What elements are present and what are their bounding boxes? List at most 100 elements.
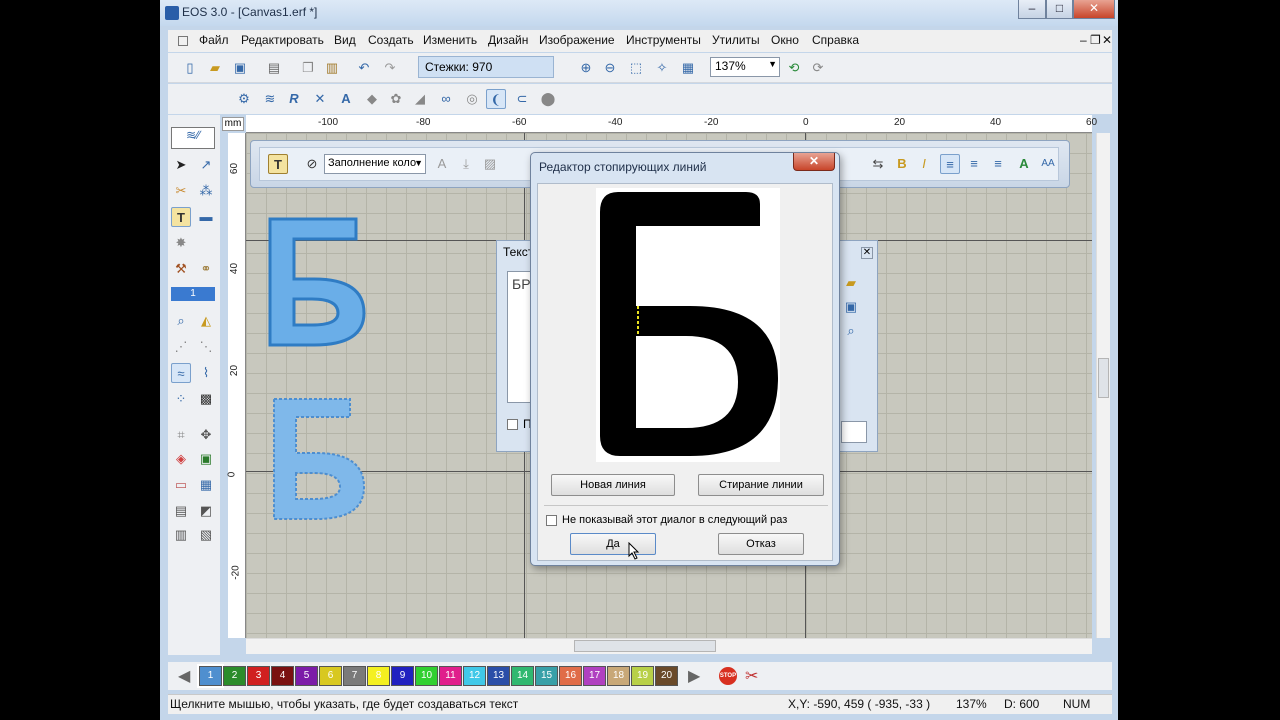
hammer-icon[interactable]: ⚒ xyxy=(171,259,191,279)
scissors-tool-icon[interactable]: ✂ xyxy=(171,181,191,201)
color-swatch[interactable]: 12 xyxy=(463,666,486,686)
minimize-button[interactable]: – xyxy=(1018,0,1046,19)
pattern-icon[interactable]: ✿ xyxy=(386,89,406,109)
palette-next-icon[interactable]: ▶ xyxy=(688,666,700,686)
menu-window[interactable]: Окно xyxy=(771,33,799,47)
fill-type-select[interactable]: Заполнение коло ▼ xyxy=(324,154,426,174)
menu-help[interactable]: Справка xyxy=(812,33,859,47)
erase-line-button[interactable]: Стирание линии xyxy=(698,474,824,496)
letter-preview[interactable] xyxy=(596,188,780,462)
menu-edit[interactable]: Редактировать xyxy=(241,33,324,47)
grid-icon[interactable]: ▦ xyxy=(196,475,216,495)
fill-icon[interactable]: ≋ xyxy=(260,89,280,109)
wave-icon[interactable]: ≈ xyxy=(171,363,191,383)
color-swatch[interactable]: 2 xyxy=(223,666,246,686)
rect-tool-icon[interactable]: ▬ xyxy=(196,207,216,227)
palette-prev-icon[interactable]: ◀ xyxy=(178,666,190,686)
select-arrow-icon[interactable]: ➤ xyxy=(171,155,191,175)
cross-icon[interactable]: ✕ xyxy=(310,89,330,109)
menu-design[interactable]: Дизайн xyxy=(488,33,528,47)
cancel-button[interactable]: Отказ xyxy=(718,533,804,555)
redraw-icon[interactable]: ⟳ xyxy=(808,58,828,78)
stitch-edit-icon[interactable]: ⋰ xyxy=(171,337,191,357)
frame-icon[interactable]: ▭ xyxy=(171,475,191,495)
ok-button[interactable]: Да xyxy=(570,533,656,555)
color-swatch[interactable]: 7 xyxy=(343,666,366,686)
color-swatch[interactable]: 19 xyxy=(631,666,654,686)
stitch-preview-icon[interactable]: ≋∕∕ xyxy=(171,127,215,149)
dialog-close-icon[interactable]: ✕ xyxy=(793,153,835,171)
satin-icon[interactable]: ⚙ xyxy=(234,89,254,109)
running-icon[interactable]: R xyxy=(284,89,304,109)
menu-utilities[interactable]: Утилиты xyxy=(712,33,760,47)
mdi-minimize[interactable]: – xyxy=(1080,33,1087,47)
tie-icon[interactable]: ⌇ xyxy=(196,363,216,383)
cluster-icon[interactable]: ⁘ xyxy=(171,389,191,409)
magic-icon[interactable]: ✸ xyxy=(171,233,191,253)
align-right-icon[interactable]: ≡ xyxy=(988,154,1008,174)
scroll-thumb[interactable] xyxy=(1098,358,1109,398)
mdi-close[interactable]: ✕ xyxy=(1102,33,1112,47)
contour-icon[interactable]: ❨ xyxy=(486,89,506,109)
redo-icon[interactable]: ↷ xyxy=(380,58,400,78)
text-tool-icon[interactable]: T xyxy=(171,207,191,227)
fit-icon[interactable]: ✧ xyxy=(652,58,672,78)
reshape-icon[interactable]: ↗ xyxy=(196,155,216,175)
maximize-button[interactable]: □ xyxy=(1046,0,1073,19)
eraser-icon[interactable]: ◈ xyxy=(171,449,191,469)
print-preview-icon[interactable]: ▧ xyxy=(196,525,216,545)
close-button[interactable]: ✕ xyxy=(1073,0,1115,19)
color-swatch[interactable]: 1 xyxy=(197,664,224,688)
chain-icon[interactable]: ∞ xyxy=(436,89,456,109)
grid-snap-icon[interactable]: ⌗ xyxy=(171,425,191,445)
layer-indicator[interactable]: 1 xyxy=(171,287,215,301)
font-icon[interactable]: A xyxy=(432,154,452,174)
zoom-out-icon[interactable]: ⊖ xyxy=(600,58,620,78)
scissors-icon[interactable]: ✂ xyxy=(745,666,758,686)
magnify-icon[interactable]: ⌕ xyxy=(171,311,191,331)
stop-icon[interactable]: STOP xyxy=(719,667,737,685)
text-effect-icon[interactable]: A xyxy=(1014,154,1034,174)
zoom-select[interactable]: 137% ▼ xyxy=(710,57,780,77)
menu-file[interactable]: Файл xyxy=(199,33,229,47)
color-swatch[interactable]: 9 xyxy=(391,666,414,686)
color-swatch[interactable]: 20 xyxy=(655,666,678,686)
save-icon[interactable]: ▣ xyxy=(230,58,250,78)
zoom-box-icon[interactable]: ⬚ xyxy=(626,58,646,78)
text-dialog-checkbox[interactable] xyxy=(507,419,518,430)
horizontal-scrollbar[interactable] xyxy=(246,638,1092,654)
color-swatch[interactable]: 10 xyxy=(415,666,438,686)
machine-icon[interactable]: ▤ xyxy=(171,501,191,521)
text-stitch-icon[interactable]: A xyxy=(336,89,356,109)
align-center-icon[interactable]: ≡ xyxy=(964,154,984,174)
circle-icon[interactable]: ⬤ xyxy=(538,89,558,109)
color-swatch[interactable]: 16 xyxy=(559,666,582,686)
points-icon[interactable]: ⁂ xyxy=(196,181,216,201)
mdi-restore[interactable]: ❐ xyxy=(1090,33,1101,47)
refresh-icon[interactable]: ⟲ xyxy=(784,58,804,78)
applique-icon[interactable]: ◢ xyxy=(410,89,430,109)
open-text-icon[interactable]: ▰ xyxy=(841,273,861,293)
stitch-edit2-icon[interactable]: ⋱ xyxy=(196,337,216,357)
spiral-icon[interactable]: ◎ xyxy=(462,89,482,109)
color-swatch[interactable]: 13 xyxy=(487,666,510,686)
menu-modify[interactable]: Изменить xyxy=(423,33,477,47)
text-tool-icon[interactable]: T xyxy=(268,154,288,174)
color-swatch[interactable]: 6 xyxy=(319,666,342,686)
color-swatch[interactable]: 5 xyxy=(295,666,318,686)
text-case-icon[interactable]: AA xyxy=(1038,154,1058,174)
color-swatch[interactable]: 4 xyxy=(271,666,294,686)
print-icon[interactable]: ▤ xyxy=(264,58,284,78)
baseline-icon[interactable]: ⤓ xyxy=(456,154,476,174)
color-swatch[interactable]: 15 xyxy=(535,666,558,686)
node-icon[interactable]: ⚭ xyxy=(196,259,216,279)
kerning-icon[interactable]: ⇆ xyxy=(868,154,888,174)
color-swatch[interactable]: 14 xyxy=(511,666,534,686)
image-icon[interactable]: ▨ xyxy=(480,154,500,174)
vertical-scrollbar[interactable] xyxy=(1096,133,1110,638)
export-icon[interactable]: ▥ xyxy=(171,525,191,545)
menu-view[interactable]: Вид xyxy=(334,33,356,47)
arc-icon[interactable]: ⊂ xyxy=(512,89,532,109)
no-icon[interactable]: ⊘ xyxy=(302,154,322,174)
save-text-icon[interactable]: ▣ xyxy=(841,297,861,317)
